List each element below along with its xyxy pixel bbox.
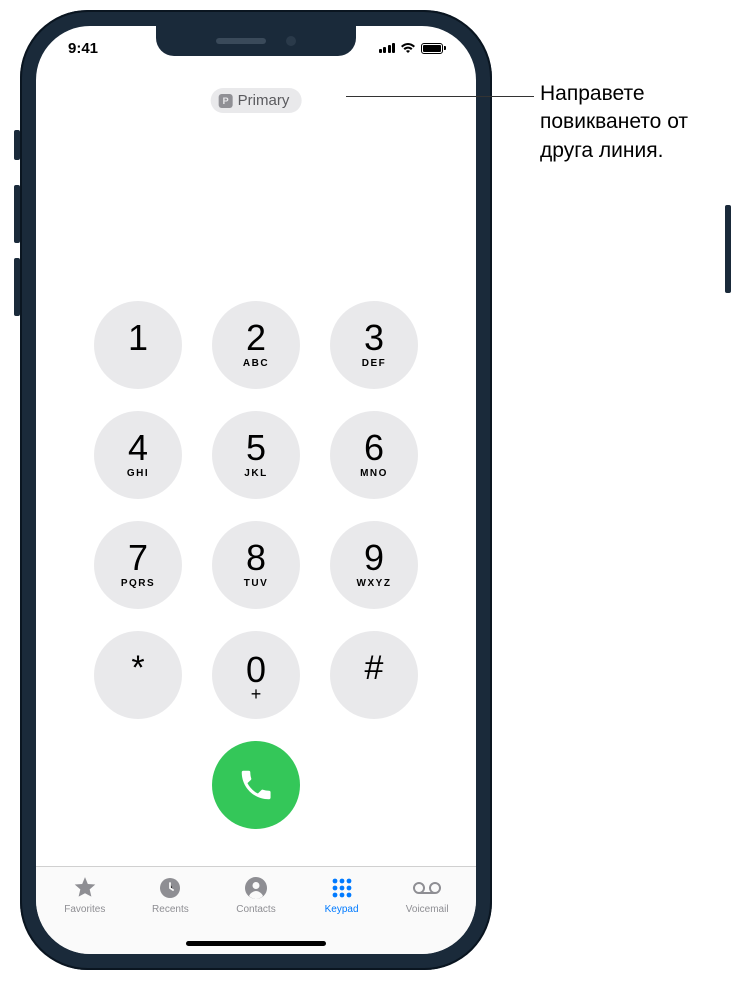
- key-digit: 4: [128, 430, 148, 466]
- tab-contacts[interactable]: Contacts: [213, 875, 299, 915]
- voicemail-icon: [412, 875, 442, 901]
- phone-icon: [237, 766, 275, 804]
- key-digit: *: [131, 651, 144, 685]
- tab-label: Recents: [152, 904, 189, 915]
- status-time: 9:41: [62, 40, 98, 57]
- keypad-key-7[interactable]: 7 PQRS: [94, 521, 182, 609]
- clock-icon: [158, 875, 182, 901]
- key-letters: JKL: [244, 468, 267, 480]
- key-letters: DEF: [362, 358, 387, 370]
- wifi-icon: [400, 42, 416, 54]
- keypad-key-2[interactable]: 2 ABC: [212, 301, 300, 389]
- speaker-grille: [216, 38, 266, 44]
- key-digit: 9: [364, 540, 384, 576]
- keypad-key-6[interactable]: 6 MNO: [330, 411, 418, 499]
- keypad-icon: [330, 875, 354, 901]
- keypad-key-9[interactable]: 9 WXYZ: [330, 521, 418, 609]
- key-digit: 0: [246, 654, 266, 686]
- key-digit: 6: [364, 430, 384, 466]
- key-letters: GHI: [127, 468, 149, 480]
- phone-screen: 9:41 P Primary 1. 2 ABC 3 DEF 4 GHI 5 JKL 6 MNO 7 PQ…: [36, 26, 476, 954]
- key-letters: PQRS: [121, 578, 155, 590]
- keypad-key-4[interactable]: 4 GHI: [94, 411, 182, 499]
- person-icon: [244, 875, 268, 901]
- key-letters: +: [251, 684, 262, 696]
- key-digit: 2: [246, 320, 266, 356]
- keypad-key-1[interactable]: 1.: [94, 301, 182, 389]
- tab-label: Contacts: [236, 904, 275, 915]
- key-digit: 3: [364, 320, 384, 356]
- phone-frame: 9:41 P Primary 1. 2 ABC 3 DEF 4 GHI 5 JKL 6 MNO 7 PQ…: [20, 10, 492, 970]
- tab-label: Keypad: [325, 904, 359, 915]
- battery-icon: [421, 43, 446, 54]
- key-digit: 1: [128, 320, 148, 356]
- keypad-key-3[interactable]: 3 DEF: [330, 301, 418, 389]
- dialer-keypad: 1. 2 ABC 3 DEF 4 GHI 5 JKL 6 MNO 7 PQRS 8 TUV 9 WXYZ *. 0+…: [36, 301, 476, 829]
- key-letters: MNO: [360, 468, 388, 480]
- keypad-key-5[interactable]: 5 JKL: [212, 411, 300, 499]
- tab-voicemail[interactable]: Voicemail: [384, 875, 470, 915]
- line-selector-label: Primary: [238, 92, 290, 109]
- key-letters: TUV: [244, 578, 269, 590]
- key-letters: ABC: [243, 358, 269, 370]
- call-button[interactable]: [212, 741, 300, 829]
- line-selector-button[interactable]: P Primary: [211, 88, 302, 113]
- callout-leader-line: [346, 96, 534, 97]
- tab-label: Favorites: [64, 904, 105, 915]
- cellular-signal-icon: [379, 43, 396, 53]
- keypad-key-8[interactable]: 8 TUV: [212, 521, 300, 609]
- home-indicator[interactable]: [186, 941, 326, 946]
- callout-text: Направете повикването от друга линия.: [540, 80, 740, 165]
- tab-favorites[interactable]: Favorites: [42, 875, 128, 915]
- side-button: [725, 205, 731, 293]
- key-digit: 5: [246, 430, 266, 466]
- key-digit: 8: [246, 540, 266, 576]
- line-badge-icon: P: [219, 94, 233, 108]
- keypad-key-hash[interactable]: #.: [330, 631, 418, 719]
- star-icon: [72, 875, 98, 901]
- keypad-key-star[interactable]: *.: [94, 631, 182, 719]
- key-letters: WXYZ: [357, 578, 392, 590]
- key-digit: 7: [128, 540, 148, 576]
- tab-recents[interactable]: Recents: [128, 875, 214, 915]
- front-camera: [286, 36, 296, 46]
- tab-label: Voicemail: [406, 904, 449, 915]
- key-digit: #: [365, 651, 384, 685]
- tab-keypad[interactable]: Keypad: [299, 875, 385, 915]
- phone-notch: [156, 26, 356, 56]
- keypad-key-0[interactable]: 0+: [212, 631, 300, 719]
